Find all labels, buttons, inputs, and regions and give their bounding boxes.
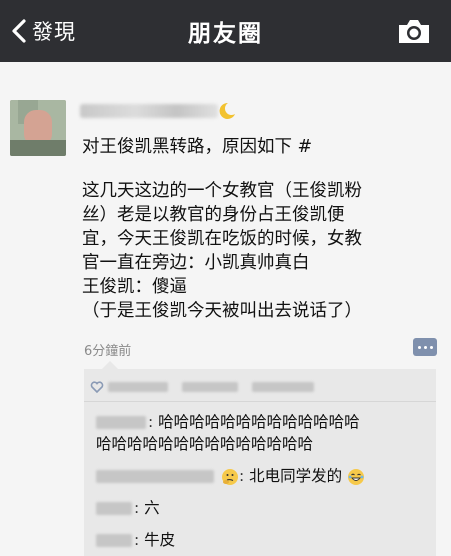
navbar: 發現 朋友圈 xyxy=(0,0,451,62)
moon-emoji-icon xyxy=(219,102,235,119)
comment-text: 北电同学发的 xyxy=(249,467,343,485)
post-timestamp: 6分鐘前 xyxy=(84,344,132,359)
username-redacted[interactable] xyxy=(80,104,218,118)
comment-item[interactable]: : 六 xyxy=(96,497,160,519)
comment-text: 六 xyxy=(144,499,160,517)
commenter-name-redacted[interactable] xyxy=(96,470,214,483)
comment-item[interactable]: : 北电同学发的 xyxy=(96,465,365,487)
post-line: 王俊凯：傻逼 xyxy=(82,277,187,297)
comments-box: : 哈哈哈哈哈哈哈哈哈哈哈哈哈 哈哈哈哈哈哈哈哈哈哈哈哈哈哈 : 北电同学发的 xyxy=(84,361,436,556)
page-title: 朋友圈 xyxy=(188,21,263,47)
comment-item-continued: 哈哈哈哈哈哈哈哈哈哈哈哈哈哈 xyxy=(96,433,313,455)
post-line: 这几天这边的一个女教官（王俊凯粉 xyxy=(82,181,362,201)
liker-name-redacted[interactable] xyxy=(252,382,314,392)
post-line: （于是王俊凯今天被叫出去说话了） xyxy=(82,301,362,321)
post-line: 官一直在旁边：小凯真帅真白 xyxy=(82,253,310,273)
moment-post: 对王俊凯黑转路，原因如下 # 这几天这边的一个女教官（王俊凯粉 丝）老是以教官的… xyxy=(0,62,451,556)
comment-item[interactable]: : 哈哈哈哈哈哈哈哈哈哈哈哈哈 xyxy=(96,411,360,433)
comment-item[interactable]: : 牛皮 xyxy=(96,529,175,551)
avatar[interactable] xyxy=(10,100,66,156)
heart-icon xyxy=(90,381,104,394)
post-line: 对王俊凯黑转路，原因如下 # xyxy=(82,137,313,157)
post-text: 对王俊凯黑转路，原因如下 # 这几天这边的一个女教官（王俊凯粉 丝）老是以教官的… xyxy=(82,135,442,323)
comment-icon[interactable] xyxy=(413,338,437,356)
likes-row xyxy=(90,379,430,395)
camera-icon[interactable] xyxy=(397,17,431,45)
comment-text: 哈哈哈哈哈哈哈哈哈哈哈哈哈 xyxy=(158,413,360,431)
commenter-name-redacted[interactable] xyxy=(96,502,132,515)
commenter-name-redacted[interactable] xyxy=(96,534,132,547)
comment-text: 哈哈哈哈哈哈哈哈哈哈哈哈哈哈 xyxy=(96,435,314,453)
post-line: 丝）老是以教官的身份占王俊凯便 xyxy=(82,205,345,225)
liker-name-redacted[interactable] xyxy=(108,382,168,392)
divider xyxy=(84,401,436,402)
post-line: 宜，今天王俊凯在吃饭的时候，女教 xyxy=(82,229,362,249)
laughing-emoji-icon xyxy=(348,468,365,485)
commenter-name-redacted[interactable] xyxy=(96,416,146,429)
liker-name-redacted[interactable] xyxy=(182,382,238,392)
comment-text: 牛皮 xyxy=(144,531,176,549)
thinking-emoji-icon xyxy=(221,468,238,485)
